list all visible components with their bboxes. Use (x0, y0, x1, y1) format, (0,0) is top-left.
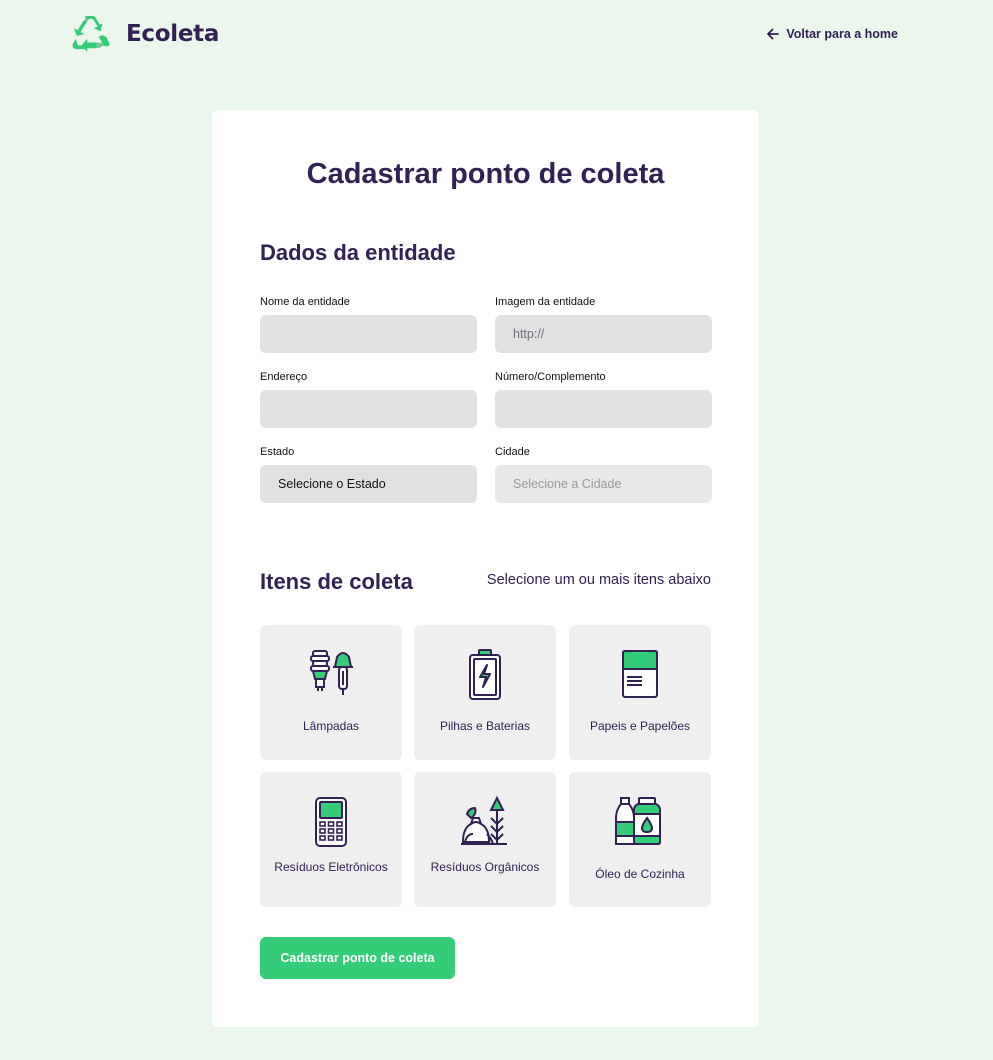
item-label-lamps: Lâmpadas (302, 719, 360, 733)
state-select-value: Selecione o Estado (278, 477, 386, 491)
items-section-title: Itens de coleta (260, 569, 413, 594)
recycle-icon (72, 16, 110, 52)
item-card-batteries[interactable]: Pilhas e Baterias (414, 625, 556, 760)
state-label: Estado (260, 446, 295, 458)
item-card-lamps[interactable]: Lâmpadas (260, 625, 402, 760)
address-input[interactable] (260, 390, 477, 428)
item-card-electronics[interactable]: Resíduos Eletrônicos (260, 772, 402, 907)
number-input[interactable] (495, 390, 712, 428)
address-label: Endereço (260, 371, 308, 383)
image-url-input[interactable] (495, 315, 712, 353)
item-card-organic[interactable]: Resíduos Orgânicos (414, 772, 556, 907)
electronics-icon (315, 797, 347, 847)
lamp-icon (310, 650, 353, 695)
form-card: Cadastrar ponto de coleta Dados da entid… (212, 110, 759, 1027)
name-label: Nome da entidade (260, 296, 350, 308)
items-hint: Selecione um ou mais itens abaixo (486, 572, 711, 588)
city-label: Cidade (495, 446, 530, 458)
item-card-oil[interactable]: Óleo de Cozinha (569, 772, 711, 907)
city-select[interactable]: Selecione a Cidade (495, 465, 712, 503)
paper-icon (622, 650, 658, 698)
logo: Ecoleta (72, 15, 219, 53)
battery-icon (469, 649, 501, 700)
logo-text: Ecoleta (126, 21, 220, 47)
item-label-oil: Óleo de Cozinha (595, 867, 685, 881)
oil-icon (615, 797, 661, 845)
header: Ecoleta Voltar para a home (0, 0, 993, 70)
city-select-value: Selecione a Cidade (513, 477, 622, 491)
arrow-left-icon (767, 28, 780, 40)
name-input[interactable] (260, 315, 477, 353)
item-label-paper: Papeis e Papelões (589, 719, 691, 733)
number-label: Número/Complemento (495, 371, 606, 383)
item-label-organic: Resíduos Orgânicos (430, 860, 540, 874)
item-label-electronics: Resíduos Eletrônicos (274, 860, 388, 874)
organic-icon (461, 795, 507, 845)
submit-button[interactable]: Cadastrar ponto de coleta (260, 937, 455, 979)
item-label-batteries: Pilhas e Baterias (439, 719, 531, 733)
page-title: Cadastrar ponto de coleta (306, 158, 665, 190)
back-home-link[interactable]: Voltar para a home (766, 24, 898, 44)
back-home-label: Voltar para a home (786, 27, 898, 41)
item-card-paper[interactable]: Papeis e Papelões (569, 625, 711, 760)
image-label: Imagem da entidade (495, 296, 596, 308)
state-select[interactable]: Selecione o Estado (260, 465, 477, 503)
entity-section-title: Dados da entidade (260, 240, 456, 265)
